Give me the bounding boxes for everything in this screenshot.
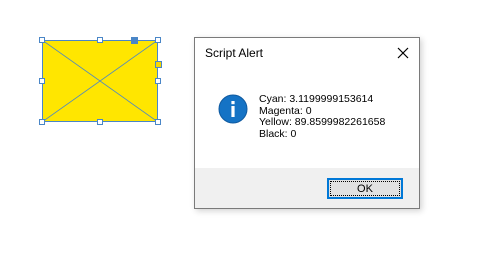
- resize-handle-bottom-left[interactable]: [39, 119, 45, 125]
- dialog-title: Script Alert: [205, 46, 264, 60]
- dialog-titlebar[interactable]: Script Alert: [195, 38, 419, 68]
- resize-handle-top-left[interactable]: [39, 37, 45, 43]
- out-port-handle[interactable]: [155, 61, 162, 68]
- resize-handle-bottom-center[interactable]: [97, 119, 103, 125]
- script-alert-dialog: Script Alert Cyan: 3.1199999153614 Magen…: [194, 37, 420, 209]
- resize-handle-middle-left[interactable]: [39, 78, 45, 84]
- resize-handle-middle-right[interactable]: [155, 78, 161, 84]
- close-button[interactable]: [393, 43, 413, 63]
- resize-handle-bottom-right[interactable]: [155, 119, 161, 125]
- dialog-footer: OK: [195, 168, 419, 208]
- resize-handle-top-right[interactable]: [155, 37, 161, 43]
- ok-button-label: OK: [357, 182, 373, 195]
- ok-button[interactable]: OK: [327, 178, 403, 199]
- alert-message: Cyan: 3.1199999153614 Magenta: 0 Yellow:…: [259, 93, 386, 140]
- frame-graphic: [42, 40, 158, 122]
- dialog-content: Cyan: 3.1199999153614 Magenta: 0 Yellow:…: [195, 68, 419, 168]
- resize-handle-top-center[interactable]: [97, 37, 103, 43]
- info-icon: [218, 94, 248, 124]
- message-line-cyan: Cyan: 3.1199999153614: [259, 93, 374, 105]
- close-icon: [397, 47, 409, 59]
- canvas: Script Alert Cyan: 3.1199999153614 Magen…: [0, 0, 490, 253]
- message-line-yellow: Yellow: 89.8599982261658: [259, 116, 386, 128]
- in-port-handle[interactable]: [131, 37, 138, 44]
- selected-graphic-frame[interactable]: [39, 37, 162, 125]
- message-line-black: Black: 0: [259, 127, 297, 140]
